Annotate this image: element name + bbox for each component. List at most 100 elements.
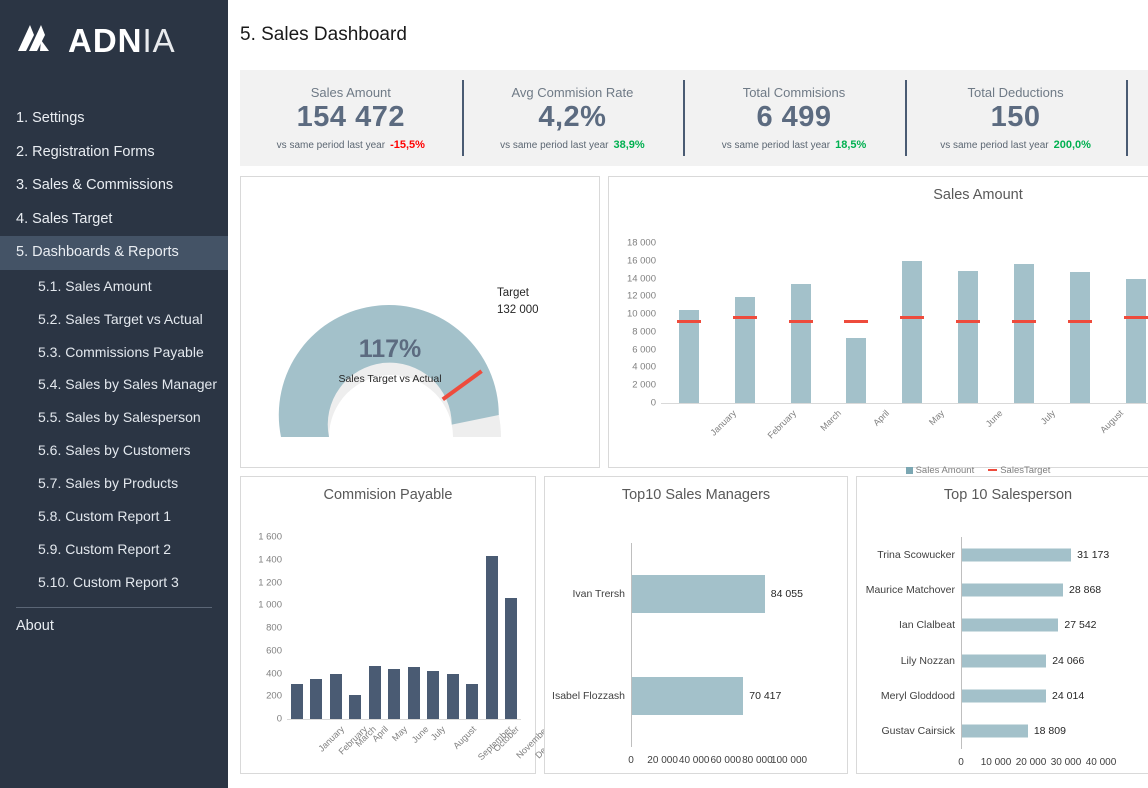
- bar: [349, 694, 362, 719]
- x-axis-tick: 30 000: [1050, 757, 1082, 768]
- x-axis-tick: August: [1097, 408, 1125, 435]
- y-axis-tick: 1 000: [258, 599, 282, 611]
- sidebar-item-5-10-custom-report-3[interactable]: 5.10. Custom Report 3: [0, 566, 228, 599]
- adnia-logo-icon: [18, 25, 49, 51]
- bar-value-label: 27 542: [1064, 619, 1097, 632]
- bar: [1125, 279, 1146, 403]
- sidebar-item-5-7-sales-by-products[interactable]: 5.7. Sales by Products: [0, 467, 228, 500]
- sidebar: ADNIA 1. Settings 2. Registration Forms 3.…: [0, 0, 228, 788]
- bar: [368, 665, 381, 719]
- x-axis-tick: 20 000: [1015, 757, 1047, 768]
- sidebar-item-about[interactable]: About: [0, 614, 228, 641]
- x-axis-tick: 80 000: [742, 755, 773, 766]
- bar: [958, 271, 979, 403]
- gauge-target-title: Target: [497, 287, 529, 299]
- sidebar-item-5-5-sales-by-salesperson[interactable]: 5.5. Sales by Salesperson: [0, 401, 228, 434]
- sidebar-item-5-4-sales-by-sales-manager[interactable]: 5.4. Sales by Sales Manager: [0, 368, 228, 401]
- sidebar-item-5-3-commissions-payable[interactable]: 5.3. Commissions Payable: [0, 336, 228, 369]
- kpi-label: Sales Amount: [310, 85, 391, 101]
- bar: [632, 575, 765, 613]
- y-axis-tick: 0: [276, 713, 282, 725]
- y-axis-tick: 1 600: [258, 531, 282, 543]
- x-axis-tick: 40 000: [678, 755, 710, 766]
- x-axis-tick: February: [765, 408, 798, 441]
- sidebar-nav: 1. Settings 2. Registration Forms 3. Sales…: [0, 102, 228, 641]
- y-axis-tick: 8 000: [632, 326, 656, 338]
- gauge-target-value: 132 000: [497, 303, 539, 316]
- page-title: 5. Sales Dashboard: [240, 24, 407, 45]
- category-label: Gustav Cairsick: [881, 725, 955, 738]
- top10-sales-managers-chart: Ivan Trersh 84 055 Isabel Flozzash 70 417 0 2…: [545, 503, 847, 788]
- sidebar-item-5-9-custom-report-2[interactable]: 5.9. Custom Report 2: [0, 533, 228, 566]
- chart-title-commision-payable: Commision Payable: [323, 487, 453, 503]
- kpi-label: Avg Commision Rate: [511, 85, 634, 101]
- kpi-comparison: vs same period last year -15,5%: [277, 139, 425, 151]
- category-label: Ian Clalbeat: [898, 619, 955, 632]
- sidebar-item-5-6-sales-by-customers[interactable]: 5.6. Sales by Customers: [0, 434, 228, 467]
- brand-logo[interactable]: ADNIA: [0, 0, 228, 64]
- sidebar-item-5-dashboards-reports[interactable]: 5. Dashboards & Reports: [0, 236, 228, 270]
- y-axis-line: [961, 537, 962, 749]
- category-label: Ivan Trersh: [572, 588, 625, 600]
- y-axis-tick: 10 000: [626, 308, 656, 320]
- kpi-value: 4,2%: [538, 101, 607, 134]
- chart-title-top10-sales-managers: Top10 Sales Managers: [621, 487, 771, 503]
- x-axis-tick: 0: [958, 757, 964, 768]
- kpi-delta: 18,5%: [835, 138, 867, 151]
- sidebar-item-4-sales-target[interactable]: 4. Sales Target: [0, 203, 228, 237]
- chart-title-sales-amount: Sales Amount: [933, 187, 1023, 203]
- kpi-value: 154 472: [296, 101, 405, 134]
- y-axis-tick: 14 000: [626, 273, 656, 285]
- y-axis-tick: 16 000: [626, 255, 656, 267]
- y-axis-line: [631, 543, 632, 747]
- sidebar-item-5-1-sales-amount[interactable]: 5.1. Sales Amount: [0, 270, 228, 303]
- bar: [505, 598, 518, 719]
- target-marker: [956, 320, 981, 323]
- sidebar-item-5-8-custom-report-1[interactable]: 5.8. Custom Report 1: [0, 500, 228, 533]
- legend-item-salestarget: SalesTarget: [988, 465, 1050, 476]
- target-marker: [1123, 315, 1148, 319]
- gauge-value-label: 117%: [358, 335, 422, 363]
- bar: [427, 670, 440, 719]
- x-axis-tick: March: [817, 408, 843, 433]
- brand-name: ADNIA: [68, 24, 176, 57]
- x-axis-tick: May: [389, 724, 409, 744]
- x-axis-tick: August: [451, 724, 479, 751]
- panel-sales-target-gauge: 117% Sales Target vs Actual Target 132 0…: [240, 176, 600, 468]
- x-axis-line: [287, 719, 521, 720]
- category-label: Trina Scowucker: [877, 548, 955, 561]
- y-axis-tick: 1 400: [258, 554, 282, 566]
- kpi-value: 150: [990, 101, 1041, 134]
- bar-value-label: 24 066: [1052, 654, 1085, 667]
- target-marker: [1011, 320, 1036, 323]
- bar: [407, 666, 420, 719]
- category-label: Maurice Matchover: [865, 584, 955, 596]
- sidebar-item-5-2-sales-target-vs-actual[interactable]: 5.2. Sales Target vs Actual: [0, 303, 228, 336]
- target-marker: [676, 320, 701, 323]
- x-axis-tick: April: [871, 408, 892, 428]
- category-label: Lily Nozzan: [900, 654, 955, 667]
- kpi-delta: -15,5%: [390, 138, 425, 151]
- sidebar-item-1-settings[interactable]: 1. Settings: [0, 102, 228, 136]
- y-axis-tick: 800: [266, 622, 282, 634]
- sidebar-item-2-registration-forms[interactable]: 2. Registration Forms: [0, 136, 228, 170]
- kpi-strip: Sales Amount 154 472 vs same period last y…: [240, 70, 1148, 166]
- kpi-delta: 200,0%: [1053, 138, 1091, 151]
- bar: [485, 556, 498, 719]
- target-marker: [900, 315, 925, 319]
- panel-top10-salesperson: Top 10 Salesperson Trina Scowucker 31 173…: [856, 476, 1148, 774]
- brand-name-thin: IA: [142, 21, 176, 59]
- kpi-card-commision-payable: Commision Payable6 349vs same period las…: [1126, 70, 1148, 166]
- sidebar-item-3-sales-commissions[interactable]: 3. Sales & Commissions: [0, 169, 228, 203]
- kpi-comparison: vs same period last year 38,9%: [500, 139, 645, 151]
- x-axis-tick: 60 000: [710, 755, 742, 766]
- kpi-delta: 38,9%: [613, 138, 645, 151]
- bar-value-label: 70 417: [749, 690, 782, 702]
- kpi-compare-text: vs same period last year: [276, 139, 386, 151]
- x-axis-tick: June: [983, 408, 1005, 429]
- bar-value-label: 84 055: [770, 588, 803, 600]
- bar-value-label: 28 868: [1069, 584, 1102, 596]
- bar: [310, 678, 323, 719]
- x-axis-tick: 100 000: [770, 755, 808, 766]
- target-marker: [732, 315, 757, 319]
